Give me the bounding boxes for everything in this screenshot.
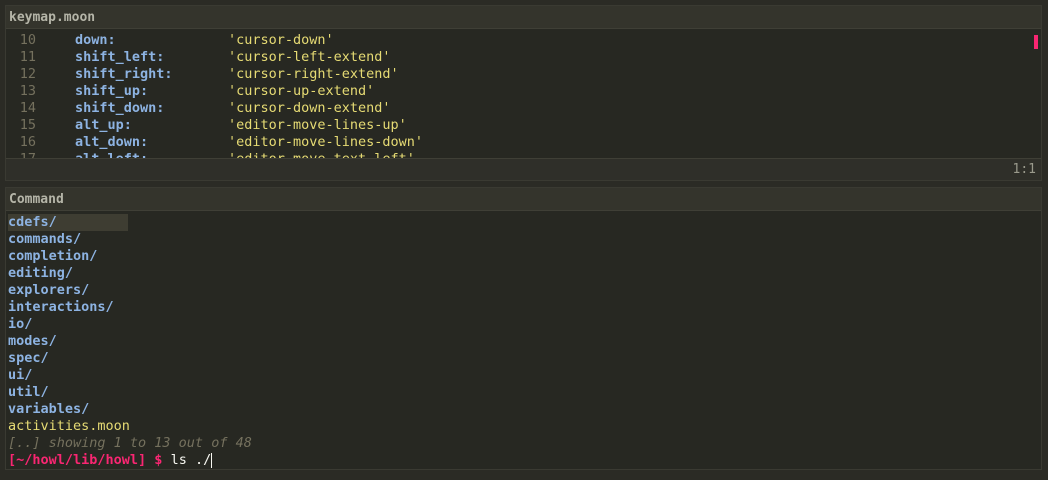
list-item[interactable]: explorers/ — [8, 282, 89, 299]
command-pane[interactable]: Command cdefs/commands/completion/editin… — [5, 187, 1042, 470]
line-number: 10 — [19, 32, 36, 48]
line-number: 12 — [19, 66, 36, 82]
list-item[interactable]: commands/ — [8, 231, 81, 248]
editor-title: keymap.moon — [6, 6, 1041, 29]
code-key: alt_down: — [75, 134, 149, 150]
code-key: alt_up: — [75, 117, 132, 133]
list-item[interactable]: editing/ — [8, 265, 73, 282]
command-input[interactable]: ls ./ — [171, 452, 212, 468]
code-line[interactable]: 12 shift_right: 'cursor-right-extend' — [6, 66, 1041, 83]
code-line[interactable]: 15 alt_up: 'editor-move-lines-up' — [6, 117, 1041, 134]
code-key: shift_right: — [75, 66, 173, 82]
command-title: Command — [6, 188, 1041, 211]
list-item[interactable]: activities.moon — [8, 418, 130, 435]
scroll-marker[interactable] — [1034, 35, 1038, 49]
list-item[interactable]: cdefs/ — [8, 214, 128, 231]
command-prompt: [~/howl/lib/howl] $ — [8, 452, 163, 468]
line-number: 11 — [19, 49, 36, 65]
code-key: shift_left: — [75, 49, 165, 65]
code-key: shift_down: — [75, 100, 165, 116]
editor-pane[interactable]: keymap.moon 10 down: 'cursor-down' 11 shift_… — [5, 5, 1042, 181]
line-number: 16 — [19, 134, 36, 150]
code-value: 'editor-move-lines-up' — [228, 117, 407, 133]
code-value: 'cursor-right-extend' — [228, 66, 399, 82]
list-item[interactable]: interactions/ — [8, 299, 114, 316]
code-value: 'editor-move-lines-down' — [228, 134, 424, 150]
line-number: 15 — [19, 117, 36, 133]
code-key: shift_up: — [75, 83, 149, 99]
code-line[interactable]: 13 shift_up: 'cursor-up-extend' — [6, 83, 1041, 100]
text-caret — [211, 452, 213, 468]
list-item[interactable]: spec/ — [8, 350, 49, 367]
code-area[interactable]: 10 down: 'cursor-down' 11 shift_left: 'cursor… — [6, 29, 1041, 160]
list-status: [..] showing 1 to 13 out of 48 — [8, 435, 252, 451]
command-line[interactable]: [~/howl/lib/howl] $ ls ./ — [8, 452, 213, 469]
cursor-position: 1:1 — [1012, 162, 1036, 177]
list-item[interactable]: modes/ — [8, 333, 57, 350]
code-line[interactable]: 16 alt_down: 'editor-move-lines-down' — [6, 134, 1041, 151]
code-line[interactable]: 14 shift_down: 'cursor-down-extend' — [6, 100, 1041, 117]
list-item[interactable]: variables/ — [8, 401, 89, 418]
line-number: 14 — [19, 100, 36, 116]
list-item[interactable]: util/ — [8, 384, 49, 401]
code-value: 'cursor-left-extend' — [228, 49, 391, 65]
list-item[interactable]: ui/ — [8, 367, 32, 384]
code-value: 'cursor-down' — [228, 32, 334, 48]
editor-status-bar: 1:1 — [6, 158, 1041, 180]
list-item[interactable]: io/ — [8, 316, 32, 333]
code-line[interactable]: 10 down: 'cursor-down' — [6, 32, 1041, 49]
code-value: 'cursor-down-extend' — [228, 100, 391, 116]
line-number: 13 — [19, 83, 36, 99]
code-line[interactable]: 11 shift_left: 'cursor-left-extend' — [6, 49, 1041, 66]
code-key: down: — [75, 32, 116, 48]
list-item[interactable]: completion/ — [8, 248, 97, 265]
code-value: 'cursor-up-extend' — [228, 83, 375, 99]
